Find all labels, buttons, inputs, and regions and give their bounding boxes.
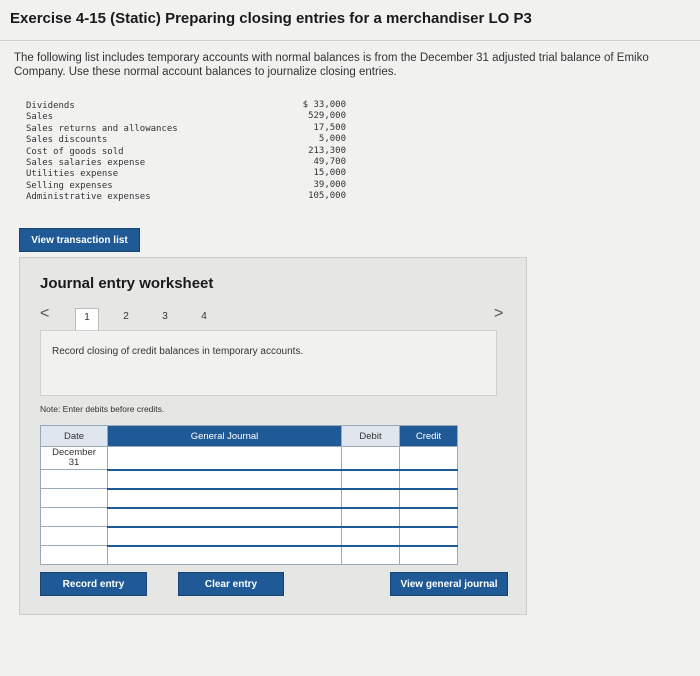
date-cell-empty xyxy=(40,488,108,508)
account-name: Selling expenses xyxy=(26,180,113,191)
account-input[interactable] xyxy=(107,525,342,546)
table-row: December 31 xyxy=(40,446,458,470)
table-row xyxy=(40,525,458,546)
page-title: Exercise 4-15 (Static) Preparing closing… xyxy=(10,10,532,27)
account-amount: $ 33,000 xyxy=(302,100,346,110)
account-amount: 213,300 xyxy=(308,145,346,156)
account-input[interactable] xyxy=(107,446,342,470)
table-row xyxy=(40,487,458,508)
date-cell-empty xyxy=(40,526,108,546)
date-header: Date xyxy=(40,425,108,447)
entry-description: Record closing of credit balances in tem… xyxy=(52,346,304,357)
account-amount: 15,000 xyxy=(313,168,346,179)
general-journal-header: General Journal xyxy=(107,425,342,447)
problem-intro: The following list includes temporary ac… xyxy=(14,52,649,78)
debit-input[interactable] xyxy=(341,525,400,546)
account-input[interactable] xyxy=(107,506,342,527)
record-entry-button[interactable]: Record entry xyxy=(40,572,147,596)
account-input[interactable] xyxy=(107,468,342,489)
debit-input[interactable] xyxy=(341,506,400,527)
account-amount: 49,700 xyxy=(313,157,346,168)
table-row xyxy=(40,544,458,565)
table-row xyxy=(40,506,458,527)
credit-input[interactable] xyxy=(399,468,458,489)
account-name: Sales returns and allowances xyxy=(26,123,178,134)
date-day: 31 xyxy=(68,457,80,468)
tab-1[interactable]: 1 xyxy=(75,308,99,330)
next-arrow-icon[interactable]: > xyxy=(494,305,503,323)
account-input[interactable] xyxy=(107,487,342,508)
credit-input[interactable] xyxy=(399,446,458,470)
tab-3[interactable]: 3 xyxy=(153,308,177,330)
account-name: Sales discounts xyxy=(26,135,108,146)
account-amounts: $ 33,000 529,000 17,500 5,000 213,300 49… xyxy=(290,100,346,203)
debit-input[interactable] xyxy=(341,487,400,508)
date-cell-empty xyxy=(40,507,108,527)
clear-entry-button[interactable]: Clear entry xyxy=(178,572,284,596)
view-transaction-list-button[interactable]: View transaction list xyxy=(19,228,140,252)
date-cell: December 31 xyxy=(40,446,108,470)
debit-input[interactable] xyxy=(341,468,400,489)
account-name: Dividends xyxy=(26,101,75,111)
tab-4[interactable]: 4 xyxy=(192,308,216,330)
account-amount: 529,000 xyxy=(308,111,346,122)
account-input[interactable] xyxy=(107,544,342,565)
account-name: Administrative expenses xyxy=(26,192,151,203)
account-name: Utilities expense xyxy=(26,169,119,180)
account-names: Dividends Sales Sales returns and allowa… xyxy=(26,101,178,204)
title-divider xyxy=(0,40,700,41)
date-cell-empty xyxy=(40,545,108,565)
account-amount: 5,000 xyxy=(318,134,346,145)
account-name: Sales xyxy=(26,112,54,123)
credit-input[interactable] xyxy=(399,506,458,527)
credit-input[interactable] xyxy=(399,487,458,508)
view-general-journal-button[interactable]: View general journal xyxy=(390,572,508,596)
credit-input[interactable] xyxy=(399,544,458,565)
account-amount: 105,000 xyxy=(308,191,346,202)
debit-header: Debit xyxy=(341,425,400,447)
date-cell-empty xyxy=(40,469,108,489)
tab-2[interactable]: 2 xyxy=(114,308,138,330)
entry-description-box xyxy=(40,330,497,396)
credit-header: Credit xyxy=(399,425,458,447)
worksheet-title: Journal entry worksheet xyxy=(40,275,214,292)
account-amount: 39,000 xyxy=(313,179,346,190)
account-name: Sales salaries expense xyxy=(26,158,146,169)
prev-arrow-icon[interactable]: < xyxy=(40,305,49,323)
journal-entry-table: Date General Journal Debit Credit Decemb… xyxy=(40,425,458,565)
debit-input[interactable] xyxy=(341,544,400,565)
credit-input[interactable] xyxy=(399,525,458,546)
debit-input[interactable] xyxy=(341,446,400,470)
entry-note: Note: Enter debits before credits. xyxy=(40,404,165,414)
account-name: Cost of goods sold xyxy=(26,146,124,157)
account-amount: 17,500 xyxy=(313,122,346,133)
table-row xyxy=(40,468,458,489)
